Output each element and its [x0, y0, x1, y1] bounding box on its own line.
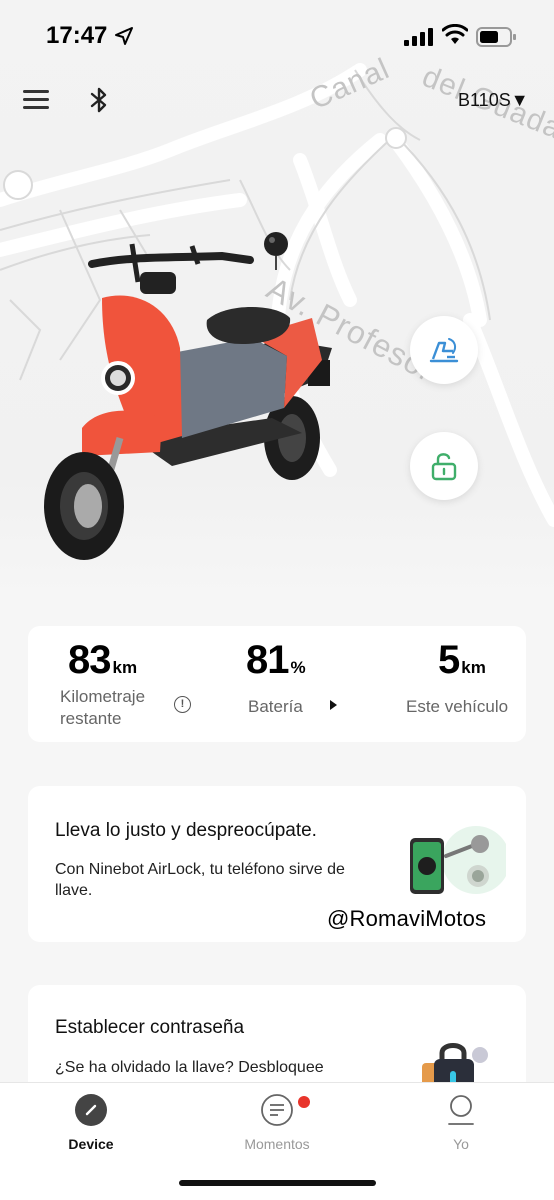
unlock-button[interactable]: [410, 432, 478, 500]
device-icon: [75, 1094, 107, 1126]
battery-icon: [476, 27, 516, 47]
find-vehicle-button[interactable]: [410, 316, 478, 384]
password-text: ¿Se ha olvidado la llave? Desbloquee: [55, 1059, 324, 1076]
battery-value: 81: [246, 638, 289, 682]
range-label: Kilometraje restante: [60, 687, 146, 728]
menu-button[interactable]: [23, 88, 51, 112]
profile-icon: [448, 1095, 474, 1125]
scooter-find-icon: [429, 338, 459, 363]
model-selector[interactable]: B110S▼: [458, 90, 529, 111]
vehicle-unit: km: [461, 658, 486, 677]
tab-moments-label: Momentos: [244, 1136, 310, 1152]
play-triangle-icon: [330, 700, 337, 710]
battery-label: Batería: [248, 697, 303, 716]
location-arrow-icon: [115, 27, 133, 45]
airlock-text: Con Ninebot AirLock, tu teléfono sirve d…: [55, 861, 345, 899]
tab-me[interactable]: Yo: [406, 1093, 516, 1152]
vehicle-value: 5: [438, 638, 460, 682]
range-unit: km: [112, 658, 138, 677]
battery-unit: %: [290, 658, 306, 677]
watermark-text: @RomaviMotos: [327, 906, 487, 931]
tab-me-label: Yo: [453, 1136, 469, 1152]
bluetooth-icon[interactable]: [87, 86, 111, 114]
vehicle-label: Este vehículo: [406, 697, 509, 716]
status-time: 17:47: [46, 22, 108, 49]
moments-icon: [261, 1094, 293, 1126]
status-bar: 17:47: [0, 0, 554, 70]
tab-device-label: Device: [68, 1136, 114, 1152]
vehicle-stats-card: 83 km Kilometraje restante ! 81% Batería …: [28, 626, 526, 742]
scooter-image: [44, 243, 332, 560]
info-icon[interactable]: !: [174, 696, 191, 713]
tab-device[interactable]: Device: [36, 1093, 146, 1152]
phone-key-illustration: [410, 826, 506, 894]
airlock-title: Lleva lo justo y despreocúpate.: [55, 820, 317, 841]
home-indicator[interactable]: [179, 1180, 376, 1186]
notification-badge: [298, 1096, 310, 1108]
cellular-signal-icon: [404, 28, 433, 46]
password-title: Establecer contraseña: [55, 1017, 245, 1038]
range-value: 83: [68, 638, 111, 682]
wifi-icon: [442, 24, 468, 44]
unlock-icon: [431, 453, 457, 481]
tab-moments[interactable]: Momentos: [222, 1093, 332, 1152]
